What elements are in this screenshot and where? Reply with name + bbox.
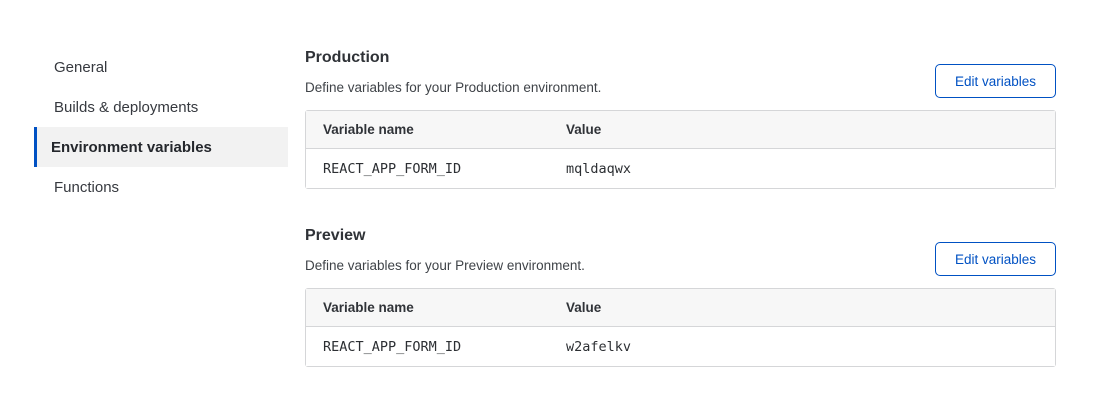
value-column-header: Value [549, 111, 1055, 149]
sidebar-item-label: Functions [54, 179, 119, 196]
value-column-header: Value [549, 289, 1055, 327]
sidebar-item-builds-deployments[interactable]: Builds & deployments [34, 87, 288, 127]
variable-value-cell: mqldaqwx [549, 149, 1055, 188]
variable-name-column-header: Variable name [306, 289, 549, 327]
sidebar-item-functions[interactable]: Functions [34, 167, 288, 207]
sidebar-item-label: Builds & deployments [54, 99, 198, 116]
production-variables-table: Variable name Value REACT_APP_FORM_ID mq… [305, 110, 1056, 189]
table-row: REACT_APP_FORM_ID mqldaqwx [306, 149, 1055, 188]
preview-section: Preview Define variables for your Previe… [305, 226, 1056, 367]
sidebar-item-general[interactable]: General [34, 47, 288, 87]
table-header-row: Variable name Value [306, 111, 1055, 149]
sidebar-item-environment-variables[interactable]: Environment variables [34, 127, 288, 167]
preview-edit-variables-button[interactable]: Edit variables [935, 242, 1056, 276]
settings-sidebar: General Builds & deployments Environment… [34, 47, 288, 207]
sidebar-item-label: General [54, 59, 107, 76]
preview-variables-table: Variable name Value REACT_APP_FORM_ID w2… [305, 288, 1056, 367]
variable-name-column-header: Variable name [306, 111, 549, 149]
production-edit-variables-button[interactable]: Edit variables [935, 64, 1056, 98]
variable-value-cell: w2afelkv [549, 327, 1055, 366]
sidebar-item-label: Environment variables [51, 139, 212, 156]
table-row: REACT_APP_FORM_ID w2afelkv [306, 327, 1055, 366]
variable-name-cell: REACT_APP_FORM_ID [306, 149, 549, 188]
variable-name-cell: REACT_APP_FORM_ID [306, 327, 549, 366]
table-header-row: Variable name Value [306, 289, 1055, 327]
production-section: Production Define variables for your Pro… [305, 48, 1056, 189]
